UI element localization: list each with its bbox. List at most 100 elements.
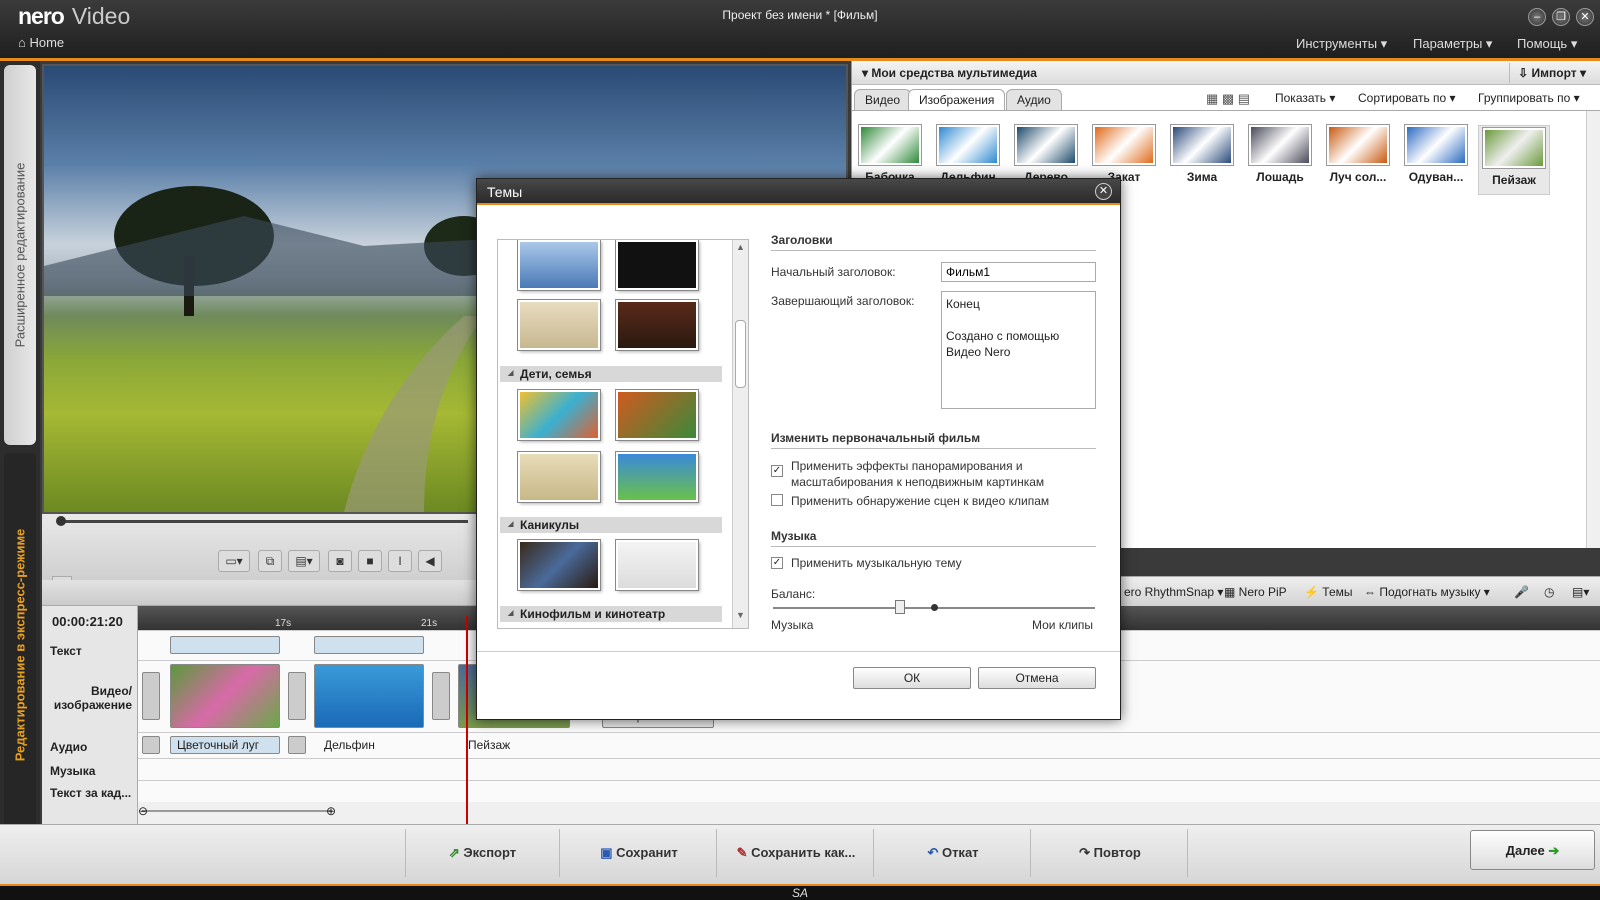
seek-bar[interactable] bbox=[58, 520, 468, 523]
tab-advanced-edit[interactable]: Расширенное редактирование bbox=[4, 65, 36, 445]
panzoom-checkbox[interactable]: ✓ bbox=[771, 465, 783, 477]
theme-thumb[interactable] bbox=[518, 452, 600, 502]
scene-detect-checkbox[interactable] bbox=[771, 494, 783, 506]
pip-icon: ▦ bbox=[1224, 585, 1239, 599]
media-thumbnail[interactable]: Одуван... bbox=[1400, 125, 1472, 195]
tab-video[interactable]: Видео bbox=[854, 89, 912, 111]
next-button[interactable]: Далее ➔ bbox=[1470, 830, 1595, 870]
home-link[interactable]: ⌂ Home bbox=[18, 35, 64, 50]
save-as-button[interactable]: ✎ Сохранить как... bbox=[719, 829, 874, 877]
rhythmsnap-button[interactable]: ero RhythmSnap ▾ bbox=[1124, 577, 1223, 607]
bottom-bar: ⇗ Экспорт ▣ Сохранит ✎ Сохранить как... … bbox=[0, 824, 1600, 884]
undo-button[interactable]: ↶ Откат bbox=[876, 829, 1031, 877]
zoom-slider[interactable] bbox=[142, 810, 332, 812]
pip-button[interactable]: ▦ Nero PiP bbox=[1224, 577, 1287, 607]
scroll-down-icon[interactable]: ▼ bbox=[736, 610, 745, 620]
seek-handle[interactable] bbox=[56, 516, 66, 526]
transition-slot[interactable] bbox=[288, 672, 306, 720]
prev-frame-icon[interactable]: ◀ bbox=[418, 550, 442, 572]
layout-icon[interactable]: ▤▾ bbox=[288, 550, 320, 572]
end-title-textarea[interactable]: Конец Создано с помощью Видео Nero bbox=[941, 291, 1096, 409]
audio-transition[interactable] bbox=[142, 736, 160, 754]
split-icon[interactable]: I bbox=[388, 550, 412, 572]
theme-thumb[interactable] bbox=[616, 540, 698, 590]
theme-thumb[interactable] bbox=[518, 300, 600, 350]
media-thumbnail[interactable]: Пейзаж bbox=[1478, 125, 1550, 195]
text-clip[interactable] bbox=[170, 636, 280, 654]
detach-icon[interactable]: ⧉ bbox=[258, 550, 282, 572]
media-thumbnail[interactable]: Луч сол... bbox=[1322, 125, 1394, 195]
theme-thumb[interactable] bbox=[616, 390, 698, 440]
menu-help[interactable]: Помощь ▾ bbox=[1517, 36, 1577, 52]
theme-thumb[interactable] bbox=[616, 300, 698, 350]
thumbnail-label: Одуван... bbox=[1408, 170, 1464, 184]
stop-icon[interactable]: ■ bbox=[358, 550, 382, 572]
category-kids-family[interactable]: Дети, семья bbox=[500, 366, 722, 382]
themes-dialog: Темы ✕ Дети, семья Каникулы Кинофильм и … bbox=[476, 178, 1121, 720]
sort-dropdown[interactable]: Сортировать по ▾ bbox=[1358, 91, 1456, 105]
balance-right-label: Мои клипы bbox=[1032, 618, 1094, 632]
voiceover-track-row[interactable] bbox=[138, 780, 1600, 802]
clock-icon[interactable]: ◷ bbox=[1544, 577, 1554, 607]
theme-list-scrollbar[interactable]: ▲ ▼ bbox=[732, 240, 748, 628]
zoom-out-icon[interactable]: ⊖ bbox=[138, 804, 148, 818]
theme-thumb[interactable] bbox=[518, 540, 600, 590]
mic-icon[interactable]: 🎤 bbox=[1514, 577, 1529, 607]
category-holidays[interactable]: Каникулы bbox=[500, 517, 722, 533]
audio-clip-1[interactable]: Цветочный луг bbox=[170, 736, 280, 754]
theme-list: Дети, семья Каникулы Кинофильм и кинотеа… bbox=[497, 239, 749, 629]
status-bar: SA bbox=[0, 884, 1600, 900]
dialog-close-icon[interactable]: ✕ bbox=[1095, 183, 1112, 200]
transition-slot[interactable] bbox=[142, 672, 160, 720]
minimize-icon[interactable]: – bbox=[1528, 8, 1546, 26]
media-thumbnail[interactable]: Зима bbox=[1166, 125, 1238, 195]
more-icon[interactable]: ▤▾ bbox=[1572, 577, 1589, 607]
theme-thumb[interactable] bbox=[518, 390, 600, 440]
view-icons[interactable]: ▦ ▩ ▤ bbox=[1206, 91, 1250, 107]
audio-clip-3[interactable]: Пейзаж bbox=[468, 738, 510, 752]
close-icon[interactable]: ✕ bbox=[1576, 8, 1594, 26]
zoom-in-icon[interactable]: ⊕ bbox=[326, 804, 336, 818]
music-theme-checkbox[interactable]: ✓ bbox=[771, 557, 783, 569]
export-button[interactable]: ⇗ Экспорт bbox=[405, 829, 560, 877]
snapshot-icon[interactable]: ◙ bbox=[328, 550, 352, 572]
maximize-icon[interactable]: ❐ bbox=[1552, 8, 1570, 26]
audio-transition[interactable] bbox=[288, 736, 306, 754]
cancel-button[interactable]: Отмена bbox=[978, 667, 1096, 689]
tab-express-edit[interactable]: Редактирование в экспресс-режиме bbox=[4, 453, 36, 837]
text-clip[interactable] bbox=[314, 636, 424, 654]
import-button[interactable]: ⇩ Импорт ▾ bbox=[1509, 63, 1594, 83]
menu-settings[interactable]: Параметры ▾ bbox=[1413, 36, 1492, 52]
thumbnail-label: Лошадь bbox=[1256, 170, 1304, 184]
video-clip-dolphin[interactable] bbox=[314, 664, 424, 728]
show-dropdown[interactable]: Показать ▾ bbox=[1275, 91, 1335, 105]
fit-music-button[interactable]: ⇔ Подогнать музыку ▾ bbox=[1364, 577, 1490, 607]
view-mode-icon[interactable]: ▭▾ bbox=[218, 550, 250, 572]
start-title-input[interactable] bbox=[941, 262, 1096, 282]
redo-button[interactable]: ↷ Повтор bbox=[1033, 829, 1188, 877]
scroll-thumb[interactable] bbox=[735, 320, 746, 388]
ok-button[interactable]: ОК bbox=[853, 667, 971, 689]
media-scrollbar[interactable] bbox=[1586, 111, 1600, 548]
video-clip-flowers[interactable] bbox=[170, 664, 280, 728]
scroll-up-icon[interactable]: ▲ bbox=[736, 242, 745, 252]
theme-thumb[interactable] bbox=[518, 240, 600, 290]
theme-thumb[interactable] bbox=[616, 452, 698, 502]
themes-button[interactable]: ⚡ Темы bbox=[1304, 577, 1353, 607]
music-track-row[interactable] bbox=[138, 758, 1600, 780]
theme-thumb[interactable] bbox=[616, 240, 698, 290]
thumbnail-image bbox=[937, 125, 999, 165]
tab-audio[interactable]: Аудио bbox=[1006, 89, 1062, 111]
media-thumbnail[interactable]: Лошадь bbox=[1244, 125, 1316, 195]
playhead[interactable] bbox=[466, 616, 468, 824]
thumbnail-image bbox=[859, 125, 921, 165]
group-dropdown[interactable]: Группировать по ▾ bbox=[1478, 91, 1580, 105]
category-cinema[interactable]: Кинофильм и кинотеатр bbox=[500, 606, 722, 622]
panzoom-label: Применить эффекты панорамирования и масшт… bbox=[791, 459, 1045, 489]
balance-slider-handle[interactable] bbox=[895, 600, 905, 614]
tab-images[interactable]: Изображения bbox=[908, 89, 1006, 111]
transition-slot[interactable] bbox=[432, 672, 450, 720]
audio-clip-2[interactable]: Дельфин bbox=[324, 738, 375, 752]
save-button[interactable]: ▣ Сохранит bbox=[562, 829, 717, 877]
menu-tools[interactable]: Инструменты ▾ bbox=[1296, 36, 1387, 52]
